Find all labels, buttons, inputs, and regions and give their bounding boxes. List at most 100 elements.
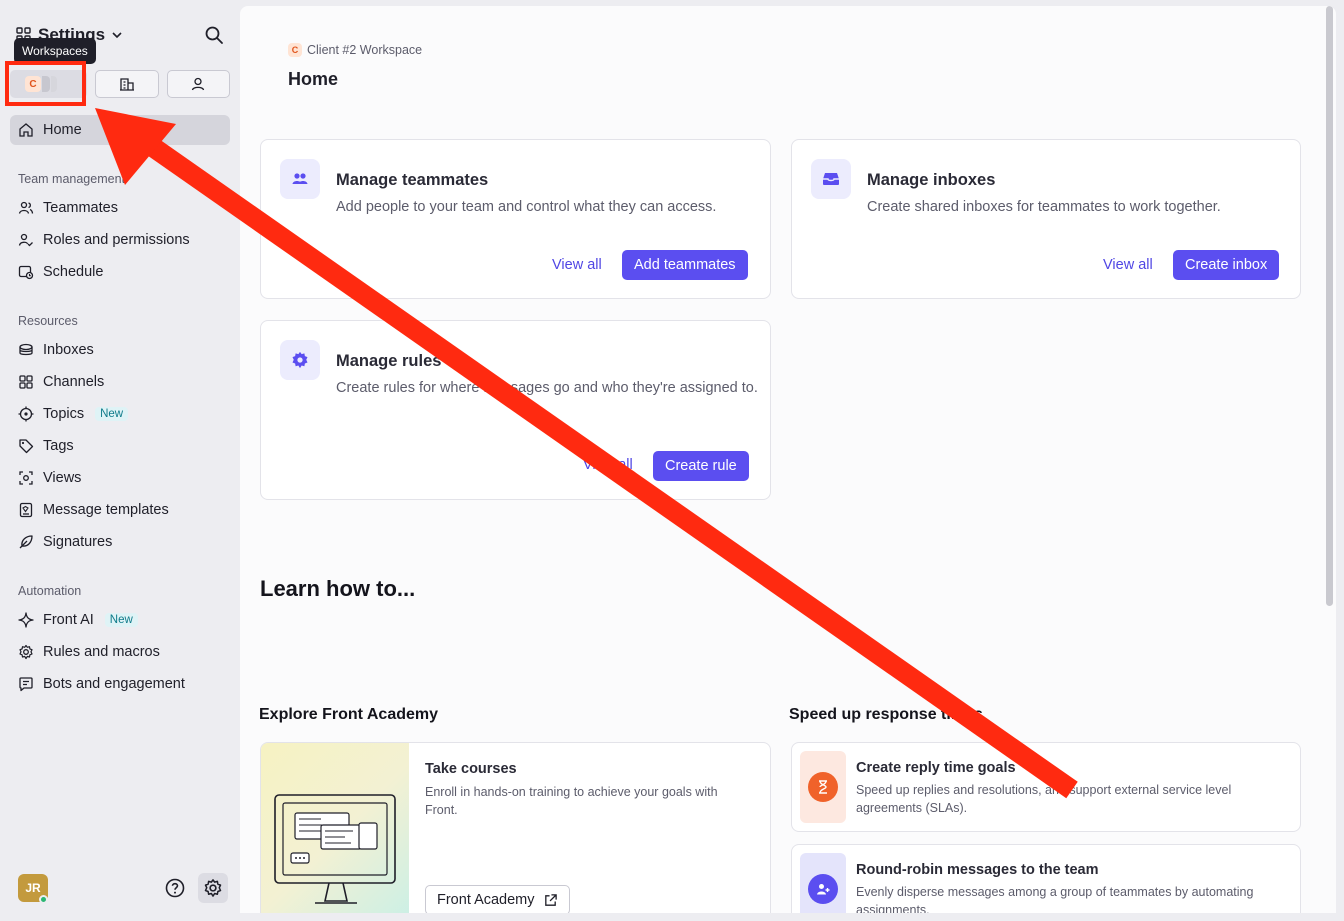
manage-rules-card: Manage rules Create rules for where mess… (260, 320, 771, 500)
tip-icon-background (800, 853, 846, 913)
search-icon[interactable] (204, 25, 224, 45)
learn-section-title: Learn how to... (260, 576, 416, 601)
sidebar-item-label: Inboxes (43, 342, 94, 358)
academy-card-description: Enroll in hands-on training to achieve y… (425, 785, 718, 817)
sidebar-item-front-ai[interactable]: Front AI New (10, 605, 230, 635)
card-description: Create shared inboxes for teammates to w… (867, 199, 1221, 215)
home-icon (19, 123, 33, 137)
breadcrumb: C Client #2 Workspace (288, 43, 422, 57)
sidebar-item-roles-and-permissions[interactable]: Roles and permissions (10, 225, 230, 255)
tip-icon-background (800, 751, 846, 823)
section-team-management: Team management (18, 172, 126, 186)
create-inbox-button[interactable]: Create inbox (1173, 250, 1280, 280)
manage-teammates-card: Manage teammates Add people to your team… (260, 139, 771, 299)
sidebar-item-signatures[interactable]: Signatures (10, 527, 230, 557)
sidebar-item-label: Bots and engagement (43, 676, 185, 692)
sidebar-item-teammates[interactable]: Teammates (10, 193, 230, 223)
workspace-avatar: C (25, 76, 41, 92)
front-academy-button[interactable]: Front Academy (425, 885, 570, 913)
chevron-down-icon (112, 32, 122, 39)
teammates-icon (280, 159, 320, 199)
breadcrumb-workspace[interactable]: Client #2 Workspace (307, 43, 422, 57)
settings-sidebar: Settings Workspaces C Home Team manageme… (0, 0, 240, 921)
section-resources: Resources (18, 314, 78, 328)
channels-grid-icon (19, 375, 33, 389)
sparkle-icon (18, 612, 34, 628)
workspaces-button[interactable]: C (10, 70, 88, 98)
user-icon (192, 77, 205, 91)
external-link-icon (544, 893, 557, 906)
tip-title: Round-robin messages to the team (856, 862, 1099, 878)
page-title: Home (288, 69, 339, 89)
users-icon (18, 201, 34, 214)
hourglass-icon (808, 772, 838, 802)
workspace-stack-icon (51, 76, 57, 92)
user-plus-icon (808, 874, 838, 904)
front-academy-label: Front Academy (437, 892, 535, 908)
settings-button[interactable] (198, 873, 228, 903)
gear-icon (204, 879, 222, 897)
workspace-switcher: C (10, 70, 230, 98)
workspaces-tooltip: Workspaces (14, 38, 96, 64)
speed-heading: Speed up response times (789, 706, 983, 723)
feather-pen-icon (19, 535, 33, 549)
sidebar-item-rules-and-macros[interactable]: Rules and macros (10, 637, 230, 667)
add-teammates-button[interactable]: Add teammates (622, 250, 748, 280)
sidebar-item-label: Signatures (43, 534, 113, 550)
sidebar-item-label: Views (43, 470, 82, 486)
workspace-avatar: C (288, 43, 302, 57)
tag-icon (19, 439, 34, 454)
section-automation: Automation (18, 584, 82, 598)
help-icon[interactable] (164, 877, 186, 899)
sidebar-item-schedule[interactable]: Schedule (10, 257, 230, 287)
sidebar-item-label: Front AI (43, 612, 94, 628)
manage-inboxes-card: Manage inboxes Create shared inboxes for… (791, 139, 1301, 299)
scrollbar[interactable] (1326, 6, 1333, 606)
tip-description: Evenly disperse messages among a group o… (856, 885, 1254, 913)
gear-icon (19, 644, 33, 660)
round-robin-card[interactable]: Round-robin messages to the team Evenly … (791, 844, 1301, 913)
sidebar-item-tags[interactable]: Tags (10, 431, 230, 461)
online-status-dot (39, 895, 48, 904)
sidebar-item-label: Schedule (43, 264, 104, 280)
academy-heading: Explore Front Academy (259, 706, 439, 723)
sidebar-item-label: Home (43, 122, 82, 138)
card-title: Manage rules (336, 352, 442, 370)
sidebar-item-bots-and-engagement[interactable]: Bots and engagement (10, 669, 230, 699)
sidebar-item-label: Teammates (43, 200, 118, 216)
card-title: Manage inboxes (867, 171, 996, 189)
sidebar-item-label: Roles and permissions (43, 232, 190, 248)
personal-button[interactable] (166, 70, 230, 98)
sidebar-item-label: Tags (43, 438, 74, 454)
academy-illustration (261, 743, 409, 913)
card-description: Add people to your team and control what… (336, 199, 717, 215)
sidebar-item-label: Channels (43, 374, 105, 390)
reply-time-goals-card[interactable]: Create reply time goals Speed up replies… (791, 742, 1301, 832)
card-description: Create rules for where messages go and w… (336, 380, 758, 396)
tip-title: Create reply time goals (856, 760, 1016, 776)
inbox-stack-icon (19, 343, 33, 356)
rules-gear-icon (280, 340, 320, 380)
view-all-inboxes-link[interactable]: View all (1103, 257, 1153, 273)
sidebar-item-channels[interactable]: Channels (10, 367, 230, 397)
view-all-rules-link[interactable]: View all (583, 457, 633, 473)
sidebar-item-inboxes[interactable]: Inboxes (10, 335, 230, 365)
sidebar-item-home[interactable]: Home (10, 115, 230, 145)
sidebar-item-topics[interactable]: Topics New (10, 399, 230, 429)
tip-description: Speed up replies and resolutions, and su… (856, 783, 1232, 815)
chat-bubble-icon (19, 677, 33, 692)
card-title: Manage teammates (336, 171, 489, 189)
sidebar-item-views[interactable]: Views (10, 463, 230, 493)
building-icon (119, 78, 134, 91)
view-all-teammates-link[interactable]: View all (552, 257, 602, 273)
main-content: C Client #2 Workspace Home Manage teamma… (240, 6, 1336, 913)
workspace-stack-icon (42, 76, 50, 92)
take-courses-card: Take courses Enroll in hands-on training… (260, 742, 771, 913)
monitor-illustration (274, 794, 396, 904)
company-button[interactable] (95, 70, 159, 98)
create-rule-button[interactable]: Create rule (653, 451, 749, 481)
views-icon (19, 471, 33, 485)
calendar-clock-icon (18, 265, 34, 280)
inbox-icon (811, 159, 851, 199)
sidebar-item-message-templates[interactable]: Message templates (10, 495, 230, 525)
